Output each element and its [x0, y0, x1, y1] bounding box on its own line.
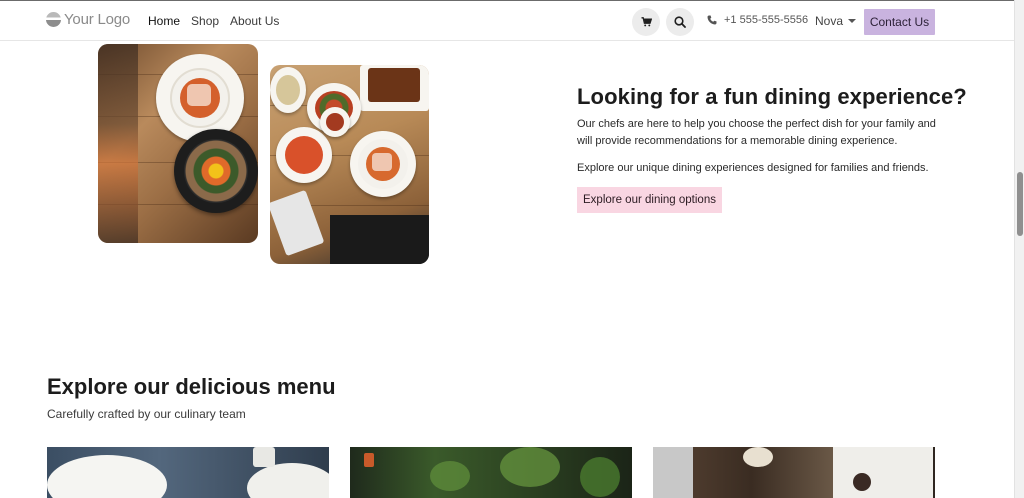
nav-item-about-us[interactable]: About Us	[230, 14, 279, 28]
search-button[interactable]	[666, 8, 694, 36]
contact-us-button[interactable]: Contact Us	[864, 9, 935, 35]
user-name: Nova	[815, 14, 844, 28]
menu-card-image-3[interactable]	[653, 447, 935, 498]
logo-text: Your Logo	[64, 11, 131, 28]
hero-paragraph-1: Our chefs are here to help you choose th…	[577, 118, 936, 147]
food-photo-side-dishes	[270, 65, 429, 264]
phone-icon	[707, 15, 717, 25]
site-header: Your Logo Home Shop About Us +1 555-555-…	[0, 1, 1014, 41]
phone-link[interactable]: +1 555-555-5556	[707, 14, 808, 26]
menu-card-image-2[interactable]	[350, 447, 632, 498]
cart-icon	[641, 17, 652, 27]
cart-button[interactable]	[632, 8, 660, 36]
menu-card-image-1[interactable]	[47, 447, 329, 498]
menu-section-subtitle: Carefully crafted by our culinary team	[47, 407, 246, 421]
chevron-down-icon	[848, 19, 857, 23]
nav-item-home[interactable]: Home	[148, 14, 180, 28]
hero-title: Looking for a fun dining experience?	[577, 84, 967, 109]
search-icon	[674, 16, 686, 28]
user-menu[interactable]: Nova	[815, 14, 857, 28]
logo-mark-icon	[46, 12, 61, 27]
scrollbar-thumb[interactable]	[1017, 172, 1023, 236]
logo[interactable]: Your Logo	[46, 11, 130, 28]
explore-dining-options-button[interactable]: Explore our dining options	[577, 187, 722, 213]
hero-paragraph-2: Explore our unique dining experiences de…	[577, 162, 929, 174]
main-nav: Home Shop About Us	[148, 14, 279, 28]
phone-number: +1 555-555-5556	[724, 14, 809, 26]
menu-section-title: Explore our delicious menu	[47, 374, 336, 399]
food-photo-bibimbap	[98, 44, 258, 243]
nav-item-shop[interactable]: Shop	[191, 14, 219, 28]
page-scrollbar[interactable]	[1014, 0, 1024, 498]
